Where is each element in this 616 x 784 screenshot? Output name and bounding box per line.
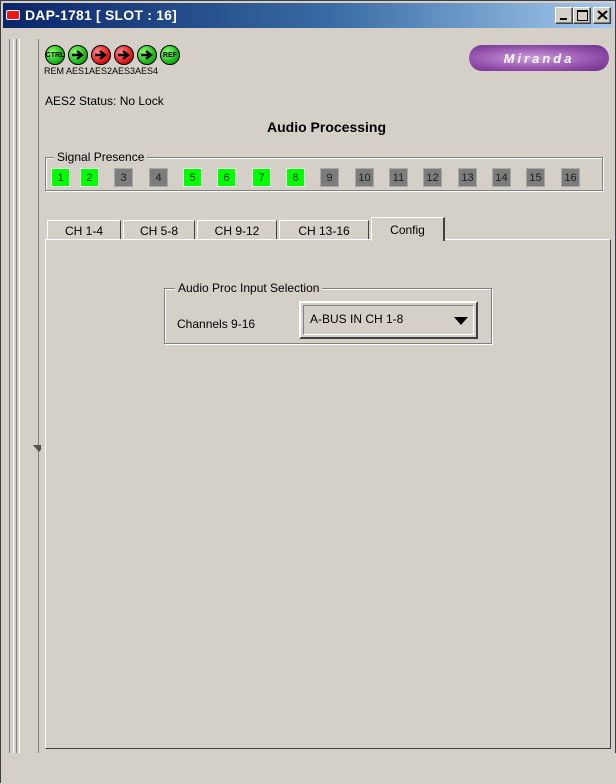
ctrl-icon[interactable]: CTRL: [45, 45, 65, 65]
maximize-button[interactable]: [573, 7, 591, 24]
input-selection-dropdown[interactable]: A-BUS IN CH 1-8: [299, 301, 478, 339]
dropdown-field: A-BUS IN CH 1-8: [303, 305, 474, 335]
status-icon-row: CTRL REM AES1 AES2 AES3 AES4 REF: [44, 45, 445, 85]
arrow-right-icon: [141, 50, 153, 60]
signal-indicator: 1: [51, 168, 70, 187]
main-panel: CTRL REM AES1 AES2 AES3 AES4 REF Miranda…: [41, 39, 612, 753]
signal-indicator: 3: [114, 168, 133, 187]
rem-label: REM: [44, 66, 64, 76]
signal-indicator: 13: [458, 168, 477, 187]
config-tab-panel: Audio Proc Input Selection Channels 9-16…: [45, 239, 611, 749]
close-button[interactable]: [593, 7, 611, 24]
signal-indicator: 9: [320, 168, 339, 187]
tab-ch-13-16[interactable]: CH 13-16: [279, 220, 369, 240]
signal-indicator: 4: [149, 168, 168, 187]
divider: [16, 39, 17, 753]
close-icon: [597, 10, 608, 20]
signal-indicator: 10: [355, 168, 374, 187]
dropdown-value: A-BUS IN CH 1-8: [310, 312, 404, 326]
tab-ch-1-4[interactable]: CH 1-4: [47, 220, 121, 240]
signal-indicator: 8: [286, 168, 305, 187]
ref-icon[interactable]: REF: [160, 45, 180, 65]
app-window: DAP-1781 [ SLOT : 16] CTRL REM AES1 AES2…: [0, 0, 616, 784]
window-bottom-edge: [1, 753, 616, 784]
tab-config[interactable]: Config: [371, 217, 445, 241]
aes3-icon[interactable]: [114, 45, 134, 65]
signal-indicator: 5: [183, 168, 202, 187]
miranda-logo: Miranda: [469, 45, 609, 71]
aes4-label: AES4: [135, 66, 159, 76]
title-bar[interactable]: DAP-1781 [ SLOT : 16]: [3, 3, 613, 28]
tab-ch-9-12[interactable]: CH 9-12: [197, 220, 277, 240]
signal-indicator: 11: [389, 168, 408, 187]
signal-indicator: 12: [423, 168, 442, 187]
page-title: Audio Processing: [266, 119, 387, 135]
status-text: AES2 Status: No Lock: [45, 94, 164, 108]
arrow-right-icon: [118, 50, 130, 60]
signal-presence-group: Signal Presence 1 2 3 4 5 6 7 8 9 10 11 …: [45, 150, 603, 191]
aes2-label: AES2: [89, 66, 113, 76]
tab-ch-5-8[interactable]: CH 5-8: [123, 220, 195, 240]
collapse-strip[interactable]: [9, 39, 45, 753]
window-icon: [6, 10, 20, 20]
divider: [13, 39, 14, 753]
chevron-down-icon[interactable]: [454, 317, 468, 325]
signal-indicator: 15: [526, 168, 545, 187]
signal-indicator: 7: [252, 168, 271, 187]
aes1-label: AES1: [66, 66, 90, 76]
signal-presence-label: Signal Presence: [54, 150, 148, 164]
arrow-right-icon: [95, 50, 107, 60]
aes4-icon[interactable]: [137, 45, 157, 65]
signal-indicator: 6: [217, 168, 236, 187]
aes1-icon[interactable]: [68, 45, 88, 65]
divider: [19, 39, 20, 753]
audio-proc-input-group: Audio Proc Input Selection Channels 9-16…: [164, 281, 492, 344]
channels-9-16-label: Channels 9-16: [177, 317, 256, 331]
ref-icon-glyph: REF: [163, 51, 177, 59]
signal-indicator: 2: [80, 168, 99, 187]
ctrl-icon-glyph: CTRL: [45, 51, 65, 59]
aes3-label: AES3: [112, 66, 136, 76]
signal-indicator: 14: [492, 168, 511, 187]
arrow-right-icon: [72, 50, 84, 60]
audio-proc-input-label: Audio Proc Input Selection: [175, 281, 323, 295]
tab-bar: CH 1-4 CH 5-8 CH 9-12 CH 13-16 Config: [45, 217, 612, 241]
signal-indicator: 16: [561, 168, 580, 187]
divider: [38, 39, 39, 753]
window-title: DAP-1781 [ SLOT : 16]: [25, 7, 178, 23]
aes2-icon[interactable]: [91, 45, 111, 65]
minimize-button[interactable]: [555, 7, 573, 24]
